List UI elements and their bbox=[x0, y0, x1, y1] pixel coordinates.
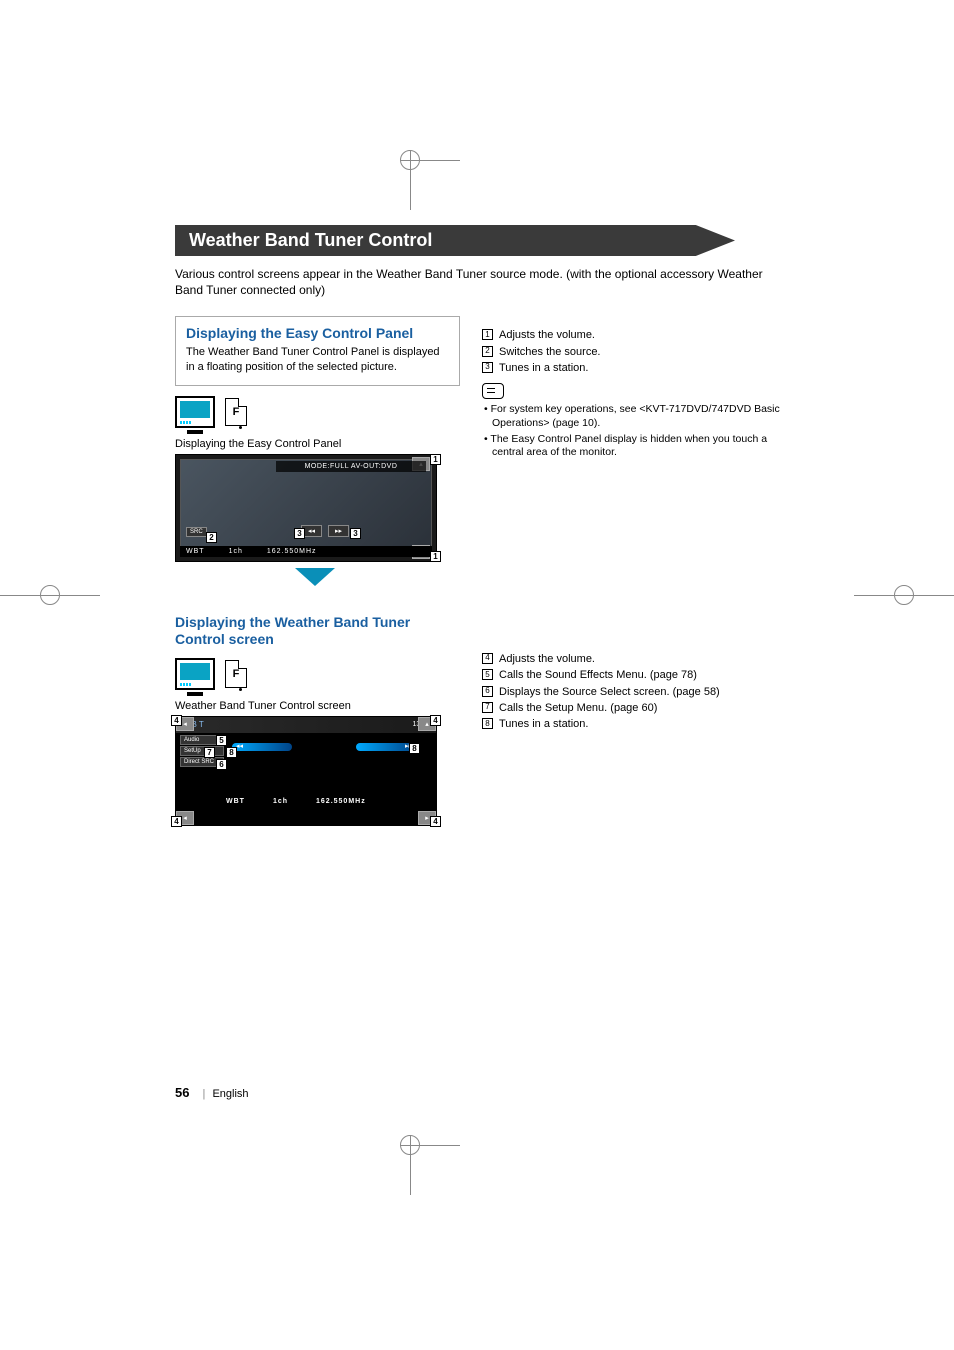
next-button: ▸▸ bbox=[328, 525, 349, 537]
band-label: WBT bbox=[226, 798, 245, 805]
callout-3a: 3 bbox=[294, 528, 305, 539]
note-text: The Easy Control Panel display is hidden… bbox=[482, 433, 780, 460]
f-page-icon: F bbox=[225, 660, 247, 688]
next-bar: ▸▸ bbox=[356, 743, 416, 751]
callout-3b: 3 bbox=[350, 528, 361, 539]
num-box: 7 bbox=[482, 702, 493, 713]
page-number: 56 bbox=[175, 1085, 189, 1100]
note-text: For system key operations, see <KVT-717D… bbox=[482, 403, 780, 430]
list-text: Adjusts the volume. bbox=[499, 328, 595, 342]
list-text: Tunes in a station. bbox=[499, 717, 588, 731]
callout-8: 8 bbox=[226, 747, 237, 758]
page-lang: English bbox=[212, 1088, 248, 1100]
callout-7: 7 bbox=[204, 747, 215, 758]
freq-label: 162.550MHz bbox=[316, 798, 366, 805]
section2-title: Displaying the Weather Band Tuner Contro… bbox=[175, 614, 460, 648]
f-label: F bbox=[233, 406, 240, 418]
section1-desc: The Weather Band Tuner Control Panel is … bbox=[186, 345, 449, 375]
callout-2: 2 bbox=[206, 532, 217, 543]
callout-1: 1 bbox=[430, 454, 441, 465]
channel-label: 1ch bbox=[229, 548, 243, 555]
prev-bar: ◂◂ bbox=[232, 743, 292, 751]
section1-title: Displaying the Easy Control Panel bbox=[186, 325, 449, 341]
ch-label: 1ch bbox=[273, 798, 288, 805]
callout-8: 8 bbox=[409, 743, 420, 754]
num-box: 2 bbox=[482, 346, 493, 357]
list-text: Switches the source. bbox=[499, 345, 601, 359]
list-item: 8 Tunes in a station. bbox=[482, 717, 780, 731]
intro-text: Various control screens appear in the We… bbox=[175, 266, 780, 298]
list-item: 4 Adjusts the volume. bbox=[482, 652, 780, 666]
list-text: Calls the Sound Effects Menu. (page 78) bbox=[499, 668, 697, 682]
monitor-icon bbox=[175, 658, 215, 690]
page-footer: 56 | English bbox=[175, 1085, 249, 1100]
list-item: 6 Displays the Source Select screen. (pag… bbox=[482, 685, 780, 699]
callout-1b: 1 bbox=[430, 551, 441, 562]
callout-4: 4 bbox=[430, 816, 441, 827]
wbt-control-screenshot: WBT 13:50 Audio SetUp Direct SRC ◂◂ ▸▸ W… bbox=[175, 716, 437, 826]
band-label: WBT bbox=[186, 548, 205, 555]
list-text: Displays the Source Select screen. (page… bbox=[499, 685, 720, 699]
callout-5: 5 bbox=[216, 735, 227, 746]
monitor-icon bbox=[175, 396, 215, 428]
screenshot1-caption: Displaying the Easy Control Panel bbox=[175, 438, 460, 450]
num-box: 8 bbox=[482, 718, 493, 729]
callout-4: 4 bbox=[430, 715, 441, 726]
f-label: F bbox=[233, 668, 240, 680]
freq-label: 162.550MHz bbox=[267, 548, 317, 555]
down-arrow-icon bbox=[295, 568, 335, 586]
list-item: 7 Calls the Setup Menu. (page 60) bbox=[482, 701, 780, 715]
page-title: Weather Band Tuner Control bbox=[189, 230, 432, 250]
list-text: Adjusts the volume. bbox=[499, 652, 595, 666]
easy-control-screenshot: ▴ ▾ MODE:FULL AV-OUT:DVD SRC ◂◂ ▸▸ WBT 1… bbox=[175, 454, 437, 562]
num-box: 6 bbox=[482, 686, 493, 697]
num-box: 3 bbox=[482, 362, 493, 373]
list-text: Calls the Setup Menu. (page 60) bbox=[499, 701, 657, 715]
list-item: 3 Tunes in a station. bbox=[482, 361, 780, 375]
crop-mark-top bbox=[400, 150, 460, 210]
screenshot2-caption: Weather Band Tuner Control screen bbox=[175, 700, 460, 712]
f-page-icon: F bbox=[225, 398, 247, 426]
num-box: 1 bbox=[482, 329, 493, 340]
page-title-bar: Weather Band Tuner Control bbox=[175, 225, 735, 256]
list-item: 5 Calls the Sound Effects Menu. (page 78) bbox=[482, 668, 780, 682]
callout-4: 4 bbox=[171, 715, 182, 726]
num-box: 5 bbox=[482, 669, 493, 680]
setup-button: SetUp bbox=[180, 746, 224, 756]
list-item: 1 Adjusts the volume. bbox=[482, 328, 780, 342]
section-easy-control: Displaying the Easy Control Panel The We… bbox=[175, 316, 460, 386]
callout-6: 6 bbox=[216, 759, 227, 770]
list-item: 2 Switches the source. bbox=[482, 345, 780, 359]
src-button: SRC bbox=[186, 527, 207, 537]
callout-4: 4 bbox=[171, 816, 182, 827]
num-box: 4 bbox=[482, 653, 493, 664]
note-icon bbox=[482, 383, 504, 399]
crop-mark-bottom bbox=[400, 1135, 460, 1195]
mode-text: MODE:FULL AV-OUT:DVD bbox=[276, 461, 426, 472]
list-text: Tunes in a station. bbox=[499, 361, 588, 375]
